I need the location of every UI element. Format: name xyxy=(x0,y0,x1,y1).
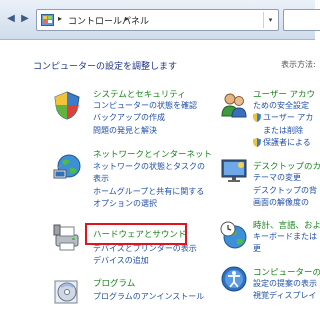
link-keyboard-input[interactable]: キーボードまたは xyxy=(253,231,317,242)
forward-arrow-icon[interactable]: ▶ xyxy=(18,9,32,29)
link-desktop-background[interactable]: デスクトップの背 xyxy=(253,185,317,196)
network-globe-icon[interactable] xyxy=(52,152,82,182)
category-programs[interactable]: プログラム xyxy=(93,277,135,289)
ease-of-access-icon[interactable] xyxy=(219,264,249,294)
link-visual-display[interactable]: 視覚ディスプレイ xyxy=(253,290,316,301)
category-network-internet[interactable]: ネットワークとインターネット xyxy=(93,148,212,160)
link-screen-resolution[interactable]: 画面の解像度の xyxy=(253,197,309,208)
category-user-accounts[interactable]: ユーザー アカウ xyxy=(253,88,315,100)
breadcrumb-control-panel[interactable]: コントロールパネル xyxy=(68,14,149,27)
address-dropdown-icon[interactable]: ▾ xyxy=(263,12,277,28)
back-arrow-icon[interactable]: ◀ xyxy=(4,9,18,29)
link-homegroup-sharing[interactable]: ホームグループと共有に関する xyxy=(93,186,204,197)
uac-shield-icon xyxy=(253,138,261,147)
category-appearance[interactable]: デスクトップのカ xyxy=(253,160,320,172)
link-parental-controls[interactable]: 保護者による xyxy=(263,137,311,148)
link-troubleshoot[interactable]: 問題の発見と解決 xyxy=(93,125,157,136)
link-network-status[interactable]: ネットワークの状態とタスクの xyxy=(93,161,205,172)
category-ease-of-access[interactable]: コンピューターの xyxy=(253,266,320,278)
address-bar[interactable]: ▸ コントロールパネル ▸ ▾ xyxy=(36,9,279,31)
breadcrumb-separator[interactable]: ▸ xyxy=(58,14,62,23)
uac-shield-icon xyxy=(253,113,261,122)
search-input[interactable] xyxy=(283,9,320,31)
link-create-backup[interactable]: バックアップの作成 xyxy=(93,112,165,123)
page-title: コンピューターの設定を調整します xyxy=(33,62,178,72)
link-network-status-cont[interactable]: 表示 xyxy=(93,173,109,184)
link-add-device[interactable]: デバイスの追加 xyxy=(93,255,149,266)
link-keyboard-input-cont[interactable]: 更 xyxy=(253,243,261,254)
clock-globe-icon[interactable] xyxy=(219,220,249,250)
printer-icon[interactable] xyxy=(52,222,82,252)
programs-disc-icon[interactable] xyxy=(52,277,82,307)
breadcrumb-separator[interactable]: ▸ xyxy=(125,14,129,23)
link-user-safety[interactable]: ための安全設定 xyxy=(253,100,309,111)
link-user-account-change[interactable]: ユーザー アカ xyxy=(263,112,313,123)
link-check-computer-status[interactable]: コンピューターの状態を確認 xyxy=(93,100,197,111)
link-homegroup-sharing-cont[interactable]: オプションの選択 xyxy=(93,198,157,209)
highlight-box xyxy=(85,223,187,245)
control-panel-icon xyxy=(41,14,54,26)
link-user-account-remove[interactable]: または削除 xyxy=(263,125,303,136)
users-icon[interactable] xyxy=(219,90,249,120)
view-by-label[interactable]: 表示方法: xyxy=(281,59,316,70)
link-change-theme[interactable]: テーマの変更 xyxy=(253,172,301,183)
link-uninstall-program[interactable]: プログラムのアンインストール xyxy=(93,291,204,302)
link-suggested-settings[interactable]: 設定の提案の表示 xyxy=(253,278,317,289)
shield-icon[interactable] xyxy=(52,90,82,120)
category-system-security[interactable]: システムとセキュリティ xyxy=(93,88,186,100)
address-toolbar: ◀ ▶ ▸ コントロールパネル ▸ ▾ xyxy=(0,0,320,40)
desktop-appearance-icon[interactable] xyxy=(219,155,249,185)
category-clock-language-region[interactable]: 時計、言語、およ xyxy=(253,219,320,231)
